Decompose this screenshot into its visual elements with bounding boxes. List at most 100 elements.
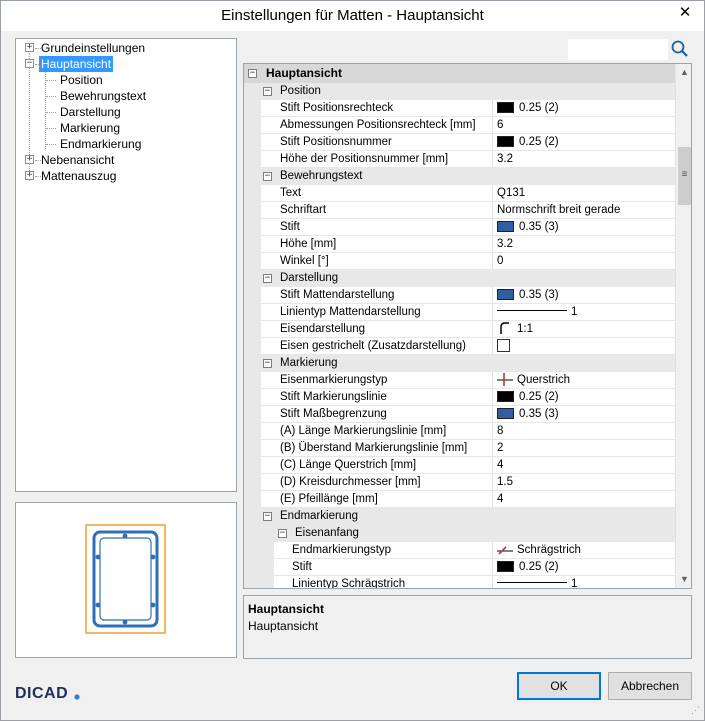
property-row[interactable]: Höhe der Positionsnummer [mm] 3.2 bbox=[244, 151, 675, 168]
property-value-text: Querstrich bbox=[517, 374, 571, 386]
property-row[interactable]: (D) Kreisdurchmesser [mm] 1.5 bbox=[244, 474, 675, 491]
row-gutter bbox=[244, 117, 261, 134]
property-label: (A) Länge Markierungslinie [mm] bbox=[280, 425, 447, 437]
expand-icon[interactable]: + bbox=[25, 155, 34, 164]
scroll-thumb[interactable]: ≡ bbox=[678, 147, 691, 205]
row-gutter bbox=[244, 287, 261, 304]
property-value[interactable] bbox=[497, 338, 510, 355]
property-value-text: 1.5 bbox=[497, 476, 513, 488]
expand-icon[interactable]: + bbox=[25, 43, 34, 52]
property-row[interactable]: Stift Positionsnummer 0.25 (2) bbox=[244, 134, 675, 151]
property-value[interactable]: Querstrich bbox=[497, 372, 570, 389]
logo-text: DICAD bbox=[15, 685, 68, 702]
property-value-text: 1 bbox=[571, 578, 578, 589]
property-category[interactable]: − Bewehrungstext bbox=[244, 168, 675, 185]
property-value[interactable]: 3.2 bbox=[497, 236, 513, 253]
property-row[interactable]: Stift Maßbegrenzung 0.35 (3) bbox=[244, 406, 675, 423]
property-value[interactable]: 2 bbox=[497, 440, 503, 457]
property-value[interactable]: 1 bbox=[497, 576, 578, 589]
property-row[interactable]: (C) Länge Querstrich [mm] 4 bbox=[244, 457, 675, 474]
property-value[interactable]: Q131 bbox=[497, 185, 525, 202]
property-category[interactable]: − Markierung bbox=[244, 355, 675, 372]
property-row[interactable]: Linientyp Mattendarstellung 1 bbox=[244, 304, 675, 321]
property-row[interactable]: Eisenmarkierungstyp Querstrich bbox=[244, 372, 675, 389]
property-row[interactable]: Stift 0.25 (2) bbox=[244, 559, 675, 576]
property-category[interactable]: − Darstellung bbox=[244, 270, 675, 287]
property-value-text: 3.2 bbox=[497, 238, 513, 250]
property-row[interactable]: Linientyp Schrägstrich 1 bbox=[244, 576, 675, 589]
property-value[interactable]: 0 bbox=[497, 253, 503, 270]
row-gutter bbox=[244, 406, 261, 423]
property-row[interactable]: Winkel [°] 0 bbox=[244, 253, 675, 270]
property-value[interactable]: 0.35 (3) bbox=[497, 219, 559, 236]
resize-grip-icon[interactable]: ⋰ bbox=[691, 705, 700, 716]
property-value[interactable]: 0.25 (2) bbox=[497, 389, 559, 406]
property-row[interactable]: (A) Länge Markierungslinie [mm] 8 bbox=[244, 423, 675, 440]
property-row[interactable]: Eisen gestrichelt (Zusatzdarstellung) bbox=[244, 338, 675, 355]
property-value[interactable]: Normschrift breit gerade bbox=[497, 202, 620, 219]
property-label: Eisenmarkierungstyp bbox=[280, 374, 388, 386]
collapse-icon[interactable]: − bbox=[263, 512, 272, 521]
cancel-button[interactable]: Abbrechen bbox=[608, 672, 692, 700]
property-value[interactable]: 0.35 (3) bbox=[497, 287, 559, 304]
property-row[interactable]: Höhe [mm] 3.2 bbox=[244, 236, 675, 253]
close-button[interactable]: ✕ bbox=[674, 3, 696, 23]
property-value-text: 0.25 (2) bbox=[519, 391, 559, 403]
window-title: Einstellungen für Matten - Hauptansicht bbox=[221, 7, 484, 24]
property-value[interactable]: 3.2 bbox=[497, 151, 513, 168]
collapse-icon[interactable]: − bbox=[248, 69, 257, 78]
property-label: (B) Überstand Markierungslinie [mm] bbox=[280, 442, 468, 454]
search-input[interactable] bbox=[568, 39, 668, 60]
tree-item-label: Mattenauszug bbox=[41, 169, 117, 183]
property-value[interactable]: 8 bbox=[497, 423, 503, 440]
property-row[interactable]: Stift Markierungslinie 0.25 (2) bbox=[244, 389, 675, 406]
property-value[interactable]: 1:1 bbox=[497, 321, 533, 338]
column-divider bbox=[492, 440, 493, 457]
property-label: Hauptansicht bbox=[266, 66, 343, 80]
vertical-scrollbar[interactable]: ▲ ≡ ▼ bbox=[675, 64, 691, 588]
property-value[interactable]: 0.25 (2) bbox=[497, 559, 559, 576]
collapse-icon[interactable]: − bbox=[263, 274, 272, 283]
collapse-icon[interactable]: − bbox=[278, 529, 287, 538]
property-value[interactable]: 4 bbox=[497, 491, 503, 508]
property-row[interactable]: Endmarkierungstyp Schrägstrich bbox=[244, 542, 675, 559]
scroll-up-icon[interactable]: ▲ bbox=[676, 64, 691, 81]
property-row[interactable]: Schriftart Normschrift breit gerade bbox=[244, 202, 675, 219]
property-label: (D) Kreisdurchmesser [mm] bbox=[280, 476, 421, 488]
property-root-header[interactable]: − Hauptansicht bbox=[244, 64, 675, 83]
collapse-icon[interactable]: − bbox=[25, 59, 34, 68]
ok-button[interactable]: OK bbox=[517, 672, 601, 700]
property-row[interactable]: Eisendarstellung 1:1 bbox=[244, 321, 675, 338]
property-row[interactable]: (B) Überstand Markierungslinie [mm] 2 bbox=[244, 440, 675, 457]
search-button[interactable] bbox=[669, 38, 691, 60]
collapse-icon[interactable]: − bbox=[263, 172, 272, 181]
checkbox[interactable] bbox=[497, 339, 510, 352]
property-value[interactable]: 1.5 bbox=[497, 474, 513, 491]
description-title: Hauptansicht bbox=[248, 602, 325, 616]
property-value[interactable]: Schrägstrich bbox=[497, 542, 581, 559]
property-value[interactable]: 6 bbox=[497, 117, 503, 134]
property-row[interactable]: Stift Mattendarstellung 0.35 (3) bbox=[244, 287, 675, 304]
property-row[interactable]: Stift 0.35 (3) bbox=[244, 219, 675, 236]
property-category[interactable]: − Position bbox=[244, 83, 675, 100]
property-value-text: 1:1 bbox=[517, 323, 533, 335]
column-divider bbox=[492, 542, 493, 559]
expand-icon[interactable]: + bbox=[25, 171, 34, 180]
property-row[interactable]: (E) Pfeillänge [mm] 4 bbox=[244, 491, 675, 508]
property-label: Stift bbox=[280, 221, 300, 233]
property-row[interactable]: Text Q131 bbox=[244, 185, 675, 202]
pen-color-swatch bbox=[497, 408, 514, 419]
property-row[interactable]: Stift Positionsrechteck 0.25 (2) bbox=[244, 100, 675, 117]
scroll-down-icon[interactable]: ▼ bbox=[676, 571, 691, 588]
collapse-icon[interactable]: − bbox=[263, 87, 272, 96]
collapse-icon[interactable]: − bbox=[263, 359, 272, 368]
property-value[interactable]: 1 bbox=[497, 304, 577, 321]
property-value[interactable]: 4 bbox=[497, 457, 503, 474]
property-category[interactable]: − Endmarkierung bbox=[244, 508, 675, 525]
property-category[interactable]: − Eisenanfang bbox=[244, 525, 675, 542]
row-gutter bbox=[244, 219, 261, 236]
property-value[interactable]: 0.25 (2) bbox=[497, 100, 559, 117]
property-row[interactable]: Abmessungen Positionsrechteck [mm] 6 bbox=[244, 117, 675, 134]
property-value[interactable]: 0.35 (3) bbox=[497, 406, 559, 423]
property-value[interactable]: 0.25 (2) bbox=[497, 134, 559, 151]
